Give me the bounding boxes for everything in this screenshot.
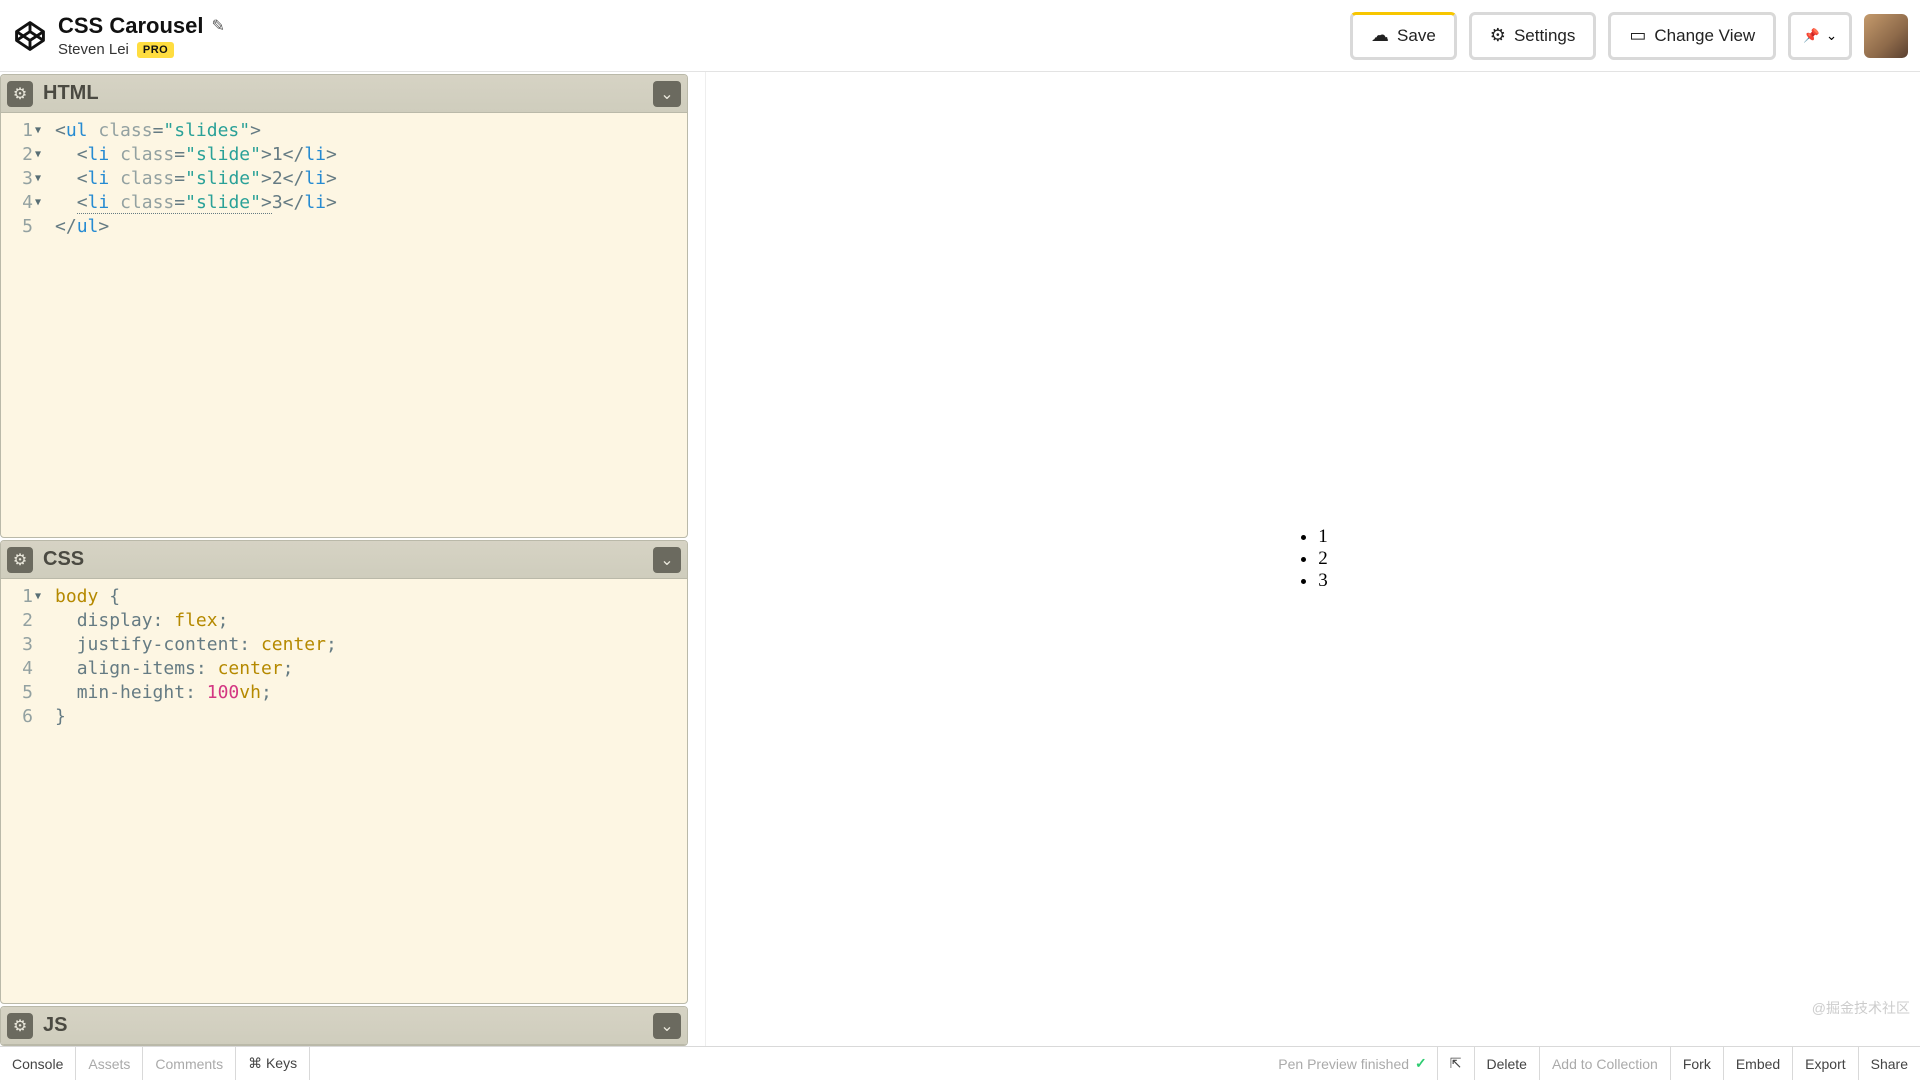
export-button[interactable]: Export xyxy=(1792,1047,1857,1080)
add-to-collection-button[interactable]: Add to Collection xyxy=(1539,1047,1670,1080)
js-panel: ⚙ JS ⌄ xyxy=(0,1006,688,1046)
js-settings-icon[interactable]: ⚙ xyxy=(7,1013,33,1039)
preview-list: 1 2 3 xyxy=(1298,526,1328,592)
css-collapse-icon[interactable]: ⌄ xyxy=(653,547,681,573)
html-collapse-icon[interactable]: ⌄ xyxy=(653,81,681,107)
settings-button[interactable]: ⚙ Settings xyxy=(1469,12,1597,60)
settings-label: Settings xyxy=(1514,26,1575,46)
css-panel-header: ⚙ CSS ⌄ xyxy=(1,541,687,579)
js-collapse-icon[interactable]: ⌄ xyxy=(653,1013,681,1039)
html-panel-title: HTML xyxy=(43,82,653,105)
keys-button[interactable]: ⌘ Keys xyxy=(236,1047,310,1080)
pen-title[interactable]: CSS Carousel xyxy=(58,13,204,39)
list-item: 2 xyxy=(1318,548,1328,570)
title-block: CSS Carousel ✎ Steven Lei PRO xyxy=(58,13,225,58)
pin-icon: 📌 xyxy=(1803,28,1820,44)
author-name[interactable]: Steven Lei xyxy=(58,41,129,58)
change-view-button[interactable]: ▭ Change View xyxy=(1608,12,1776,60)
check-icon: ✓ xyxy=(1415,1055,1427,1072)
html-code[interactable]: <ul class="slides"> <li class="slide">1<… xyxy=(47,113,345,537)
css-panel: ⚙ CSS ⌄ 1▼ 2▼ 3▼ 4▼ 5▼ 6▼ body { display… xyxy=(0,540,688,1004)
preview-status: Pen Preview finished ✓ xyxy=(1268,1047,1436,1080)
html-editor[interactable]: 1▼ 2▼ 3▼ 4▼ 5▼ <ul class="slides"> <li c… xyxy=(1,113,687,537)
main: ⚙ HTML ⌄ 1▼ 2▼ 3▼ 4▼ 5▼ <ul class="slide… xyxy=(0,72,1920,1046)
list-item: 1 xyxy=(1318,526,1328,548)
html-panel: ⚙ HTML ⌄ 1▼ 2▼ 3▼ 4▼ 5▼ <ul class="slide… xyxy=(0,74,688,538)
css-gutter: 1▼ 2▼ 3▼ 4▼ 5▼ 6▼ xyxy=(1,579,47,1003)
user-avatar[interactable] xyxy=(1864,14,1908,58)
preview-content: 1 2 3 xyxy=(706,72,1920,1046)
html-panel-header: ⚙ HTML ⌄ xyxy=(1,75,687,113)
delete-button[interactable]: Delete xyxy=(1474,1047,1539,1080)
js-panel-title: JS xyxy=(43,1014,653,1037)
comments-button[interactable]: Comments xyxy=(143,1047,236,1080)
preview-pane: 1 2 3 @掘金技术社区 xyxy=(705,72,1920,1046)
html-settings-icon[interactable]: ⚙ xyxy=(7,81,33,107)
codepen-logo-icon[interactable] xyxy=(12,18,48,54)
css-code[interactable]: body { display: flex; justify-content: c… xyxy=(47,579,345,1003)
header: CSS Carousel ✎ Steven Lei PRO ☁ Save ⚙ S… xyxy=(0,0,1920,72)
fork-button[interactable]: Fork xyxy=(1670,1047,1723,1080)
cloud-icon: ☁ xyxy=(1371,25,1389,46)
console-button[interactable]: Console xyxy=(0,1047,76,1080)
gear-icon: ⚙ xyxy=(1490,25,1506,46)
share-button[interactable]: Share xyxy=(1858,1047,1920,1080)
view-icon: ▭ xyxy=(1629,25,1646,46)
css-panel-title: CSS xyxy=(43,548,653,571)
status-text: Pen Preview finished xyxy=(1278,1056,1409,1072)
assets-button[interactable]: Assets xyxy=(76,1047,143,1080)
pro-badge: PRO xyxy=(137,42,174,58)
list-item: 3 xyxy=(1318,570,1328,592)
pin-dropdown-button[interactable]: 📌 ⌄ xyxy=(1788,12,1852,60)
editors-column: ⚙ HTML ⌄ 1▼ 2▼ 3▼ 4▼ 5▼ <ul class="slide… xyxy=(0,72,705,1046)
embed-button[interactable]: Embed xyxy=(1723,1047,1792,1080)
change-view-label: Change View xyxy=(1654,26,1755,46)
chevron-down-icon: ⌄ xyxy=(1826,28,1837,44)
css-editor[interactable]: 1▼ 2▼ 3▼ 4▼ 5▼ 6▼ body { display: flex; … xyxy=(1,579,687,1003)
js-panel-header: ⚙ JS ⌄ xyxy=(1,1007,687,1045)
footer: Console Assets Comments ⌘ Keys Pen Previ… xyxy=(0,1046,1920,1080)
share-external-icon[interactable]: ⇱ xyxy=(1437,1047,1474,1080)
html-gutter: 1▼ 2▼ 3▼ 4▼ 5▼ xyxy=(1,113,47,537)
css-settings-icon[interactable]: ⚙ xyxy=(7,547,33,573)
edit-title-icon[interactable]: ✎ xyxy=(212,16,225,36)
save-label: Save xyxy=(1397,26,1436,46)
save-button[interactable]: ☁ Save xyxy=(1350,12,1457,60)
